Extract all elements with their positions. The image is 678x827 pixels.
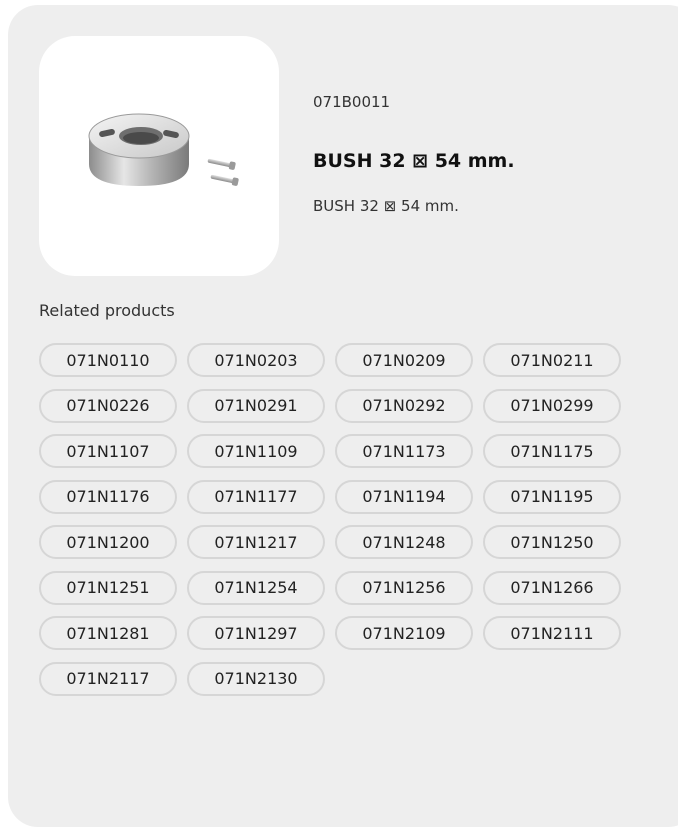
product-code: 071B0011 [313,93,391,111]
related-product-chip[interactable]: 071N1297 [187,616,325,650]
related-product-chip[interactable]: 071N0292 [335,388,473,423]
related-product-chip[interactable]: 071N0211 [483,343,621,377]
related-product-chip[interactable]: 071N2130 [187,661,325,696]
product-info: 071B0011 BUSH 32 ⊠ 54 mm. BUSH 32 ⊠ 54 m… [313,93,515,215]
related-product-chip[interactable]: 071N1173 [335,434,473,468]
related-product-chip[interactable]: 071N0203 [187,343,325,377]
related-product-chip[interactable]: 071N1195 [483,479,621,514]
related-product-chip[interactable]: 071N1177 [187,479,325,514]
related-product-chip[interactable]: 071N1256 [335,570,473,605]
product-image [39,36,279,276]
related-product-chip[interactable]: 071N1176 [39,479,177,514]
related-product-chip[interactable]: 071N2117 [39,661,177,696]
related-products-heading: Related products [39,301,175,320]
related-product-chip[interactable]: 071N2109 [335,616,473,650]
related-product-chip[interactable]: 071N1281 [39,616,177,650]
related-product-chip[interactable]: 071N1248 [335,525,473,559]
product-description: BUSH 32 ⊠ 54 mm. [313,197,459,215]
related-product-chip[interactable]: 071N1175 [483,434,621,468]
related-product-chip[interactable]: 071N1194 [335,479,473,514]
related-product-chip[interactable]: 071N0291 [187,388,325,423]
related-product-chip[interactable]: 071N1254 [187,570,325,605]
bush-product-photo [88,113,239,186]
related-product-chip[interactable]: 071N2111 [483,616,621,650]
related-product-chip[interactable]: 071N1251 [39,570,177,605]
related-product-chip[interactable]: 071N0299 [483,388,621,423]
related-product-chip[interactable]: 071N1107 [39,434,177,468]
related-product-chip[interactable]: 071N1217 [187,525,325,559]
related-product-chip[interactable]: 071N1266 [483,570,621,605]
related-product-chip[interactable]: 071N0226 [39,388,177,423]
related-product-chip[interactable]: 071N1109 [187,434,325,468]
related-product-chip[interactable]: 071N1250 [483,525,621,559]
product-card: 071B0011 BUSH 32 ⊠ 54 mm. BUSH 32 ⊠ 54 m… [8,5,678,827]
product-title: BUSH 32 ⊠ 54 mm. [313,150,515,172]
related-product-chip[interactable]: 071N1200 [39,525,177,559]
related-product-chip[interactable]: 071N0209 [335,343,473,377]
related-product-chip[interactable]: 071N0110 [39,343,177,377]
